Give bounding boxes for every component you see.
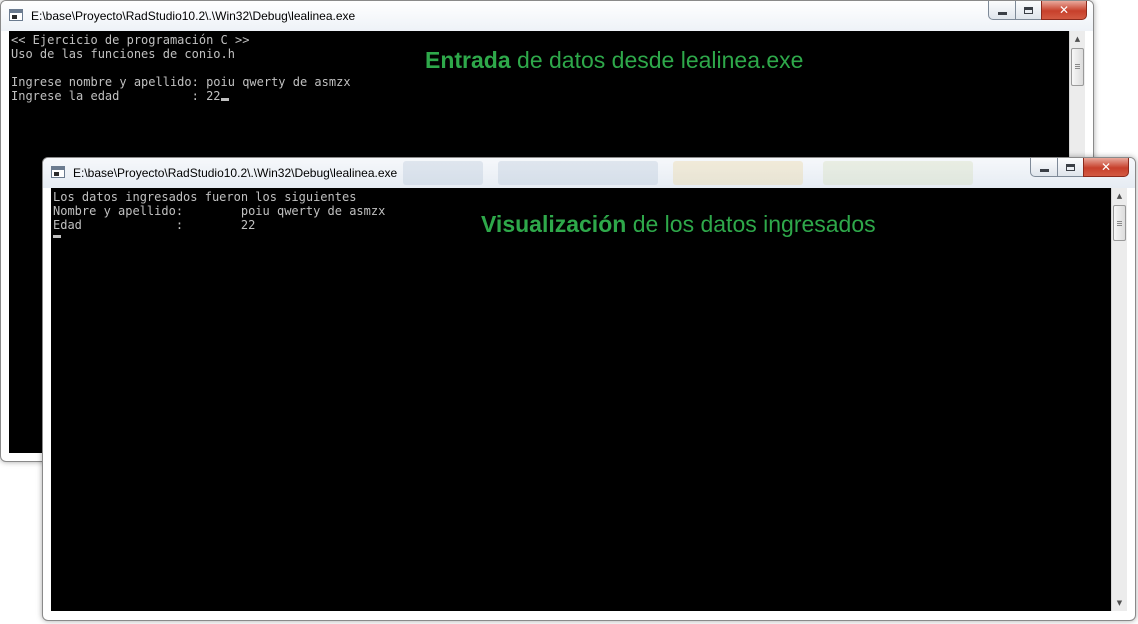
minimize-button[interactable]	[1030, 158, 1057, 177]
scroll-up-arrow-icon: ▲	[1116, 192, 1123, 200]
close-button[interactable]: ✕	[1083, 158, 1129, 177]
text-cursor	[53, 235, 61, 238]
close-icon: ✕	[1100, 160, 1112, 174]
title-bar[interactable]: E:\base\Proyecto\RadStudio10.2\.\Win32\D…	[43, 158, 1135, 188]
scroll-up-arrow-icon: ▲	[1074, 35, 1081, 43]
console-text-content: << Ejercicio de programación C >> Uso de…	[11, 33, 351, 103]
title-bar[interactable]: E:\base\Proyecto\RadStudio10.2\.\Win32\D…	[1, 1, 1093, 31]
console-text: << Ejercicio de programación C >> Uso de…	[11, 33, 351, 103]
caption-entrada: Entrada de datos desde lealinea.exe	[425, 47, 803, 74]
scroll-thumb[interactable]	[1071, 48, 1084, 86]
console-window-icon[interactable]	[9, 9, 23, 21]
close-button[interactable]: ✕	[1041, 1, 1087, 20]
window-title: E:\base\Proyecto\RadStudio10.2\.\Win32\D…	[73, 166, 398, 180]
caption-rest: de datos desde lealinea.exe	[510, 47, 804, 73]
maximize-icon	[1024, 6, 1033, 14]
maximize-button[interactable]	[1057, 158, 1083, 177]
maximize-icon	[1066, 163, 1075, 171]
console-window-visualizacion[interactable]: E:\base\Proyecto\RadStudio10.2\.\Win32\D…	[42, 157, 1136, 621]
caption-rest: de los datos ingresados	[626, 211, 876, 237]
scroll-up-button[interactable]: ▲	[1070, 31, 1085, 47]
background-toolbar-ghost	[823, 161, 973, 185]
scroll-thumb[interactable]	[1113, 205, 1126, 241]
window-controls: ✕	[1030, 158, 1129, 178]
caption-visualizacion: Visualización de los datos ingresados	[481, 211, 876, 238]
minimize-icon	[997, 11, 1007, 15]
background-toolbar-ghost	[673, 161, 803, 185]
background-toolbar-ghost	[403, 161, 483, 185]
caption-bold: Visualización	[481, 211, 627, 237]
maximize-button[interactable]	[1015, 1, 1041, 20]
close-icon: ✕	[1058, 3, 1070, 17]
scroll-down-button[interactable]: ▼	[1112, 595, 1127, 611]
caption-bold: Entrada	[425, 47, 511, 73]
minimize-button[interactable]	[988, 1, 1015, 20]
background-toolbar-ghost	[498, 161, 658, 185]
console-text: Los datos ingresados fueron los siguient…	[53, 190, 386, 232]
console-output[interactable]: Los datos ingresados fueron los siguient…	[51, 188, 1111, 611]
window-controls: ✕	[988, 1, 1087, 21]
window-title: E:\base\Proyecto\RadStudio10.2\.\Win32\D…	[31, 9, 356, 23]
vertical-scrollbar[interactable]: ▲ ▼	[1111, 188, 1127, 611]
minimize-icon	[1039, 168, 1049, 172]
text-cursor	[220, 98, 229, 101]
console-window-icon[interactable]	[51, 166, 65, 178]
scroll-down-arrow-icon: ▼	[1116, 599, 1123, 607]
scroll-up-button[interactable]: ▲	[1112, 188, 1127, 204]
